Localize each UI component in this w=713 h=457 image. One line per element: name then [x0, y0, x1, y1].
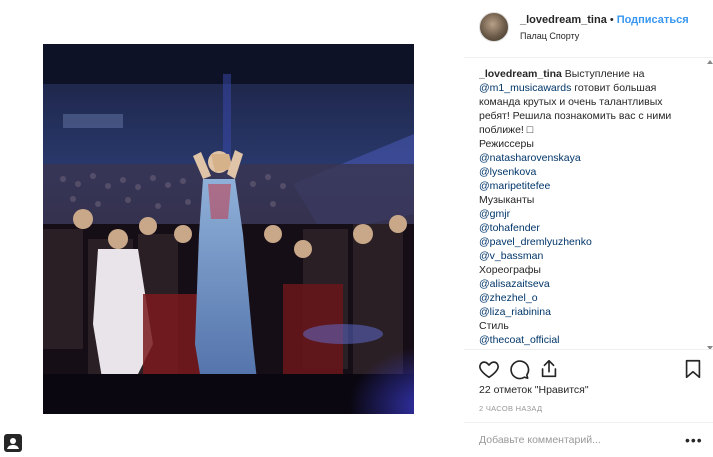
caption-text-span: Хореографы — [479, 264, 541, 276]
caption-line: @gmjr — [479, 207, 704, 221]
caption-mention-link[interactable]: @m1_musicawards — [479, 82, 571, 94]
caption-scrollbar[interactable] — [707, 60, 713, 350]
scroll-up-arrow-icon[interactable] — [707, 60, 713, 64]
comment-input[interactable] — [479, 434, 669, 446]
caption-mention-link[interactable]: @gmjr — [479, 208, 510, 220]
caption-line: @tohafender — [479, 221, 704, 235]
caption-text-span: готовит большая — [571, 82, 657, 94]
caption-line: @zhezhel_o — [479, 291, 704, 305]
caption-text-span: Выступление на — [561, 68, 645, 80]
caption-line: Хореографы — [479, 263, 704, 277]
caption-line: @alisazaitseva — [479, 277, 704, 291]
caption-mention-link[interactable]: @lysenkova — [479, 166, 536, 178]
caption-line: Стиль — [479, 319, 704, 333]
caption-line: @maripetitefee — [479, 179, 704, 193]
profile-corner-icon[interactable] — [4, 434, 22, 452]
caption-text-span: Стиль — [479, 320, 509, 332]
caption-username-link[interactable]: _lovedream_tina — [479, 68, 562, 80]
separator-dot: • — [609, 14, 614, 26]
caption-line: Музыканты — [479, 193, 704, 207]
post-sidebar: _lovedream_tina • Подписаться Палац Спорту… — [464, 0, 713, 457]
caption-mention-link[interactable]: @tohafender — [479, 222, 540, 234]
caption-line: команда крутых и очень талантливых — [479, 95, 704, 109]
caption-mention-link[interactable]: @maripetitefee — [479, 180, 550, 192]
caption-line: @v_bassman — [479, 249, 704, 263]
actions-bar — [464, 349, 713, 389]
more-options-icon[interactable]: ••• — [685, 432, 703, 448]
caption-line: поближе! □ — [479, 123, 704, 137]
caption-text-span: команда крутых и очень талантливых — [479, 96, 663, 108]
caption-text-span: ребят! Решила познакомить вас с ними — [479, 110, 672, 122]
caption-line: @lysenkova — [479, 165, 704, 179]
caption-line: @natasharovenskaya — [479, 151, 704, 165]
avatar[interactable] — [479, 12, 509, 42]
caption-mention-link[interactable]: @v_bassman — [479, 250, 543, 262]
likes-count[interactable]: 22 отметок "Нравится" — [479, 384, 589, 396]
post-timestamp[interactable]: 2 ЧАСОВ НАЗАД — [479, 404, 542, 413]
post-photo[interactable] — [43, 44, 414, 414]
post-media-area — [0, 0, 464, 457]
caption-line: ребят! Решила познакомить вас с ними — [479, 109, 704, 123]
username-link[interactable]: _lovedream_tina — [520, 14, 607, 26]
heart-icon[interactable] — [478, 358, 500, 380]
caption-mention-link[interactable]: @alisazaitseva — [479, 278, 550, 290]
caption-line: @liza_riabinina — [479, 305, 704, 319]
location-link[interactable]: Палац Спорту — [520, 31, 579, 41]
share-icon[interactable] — [538, 358, 560, 380]
caption-text-span: поближе! □ — [479, 124, 534, 136]
follow-button[interactable]: Подписаться — [617, 14, 689, 26]
caption-line: @pavel_dremlyuzhenko — [479, 235, 704, 249]
bookmark-icon[interactable] — [682, 358, 704, 380]
caption-mention-link[interactable]: @natasharovenskaya — [479, 152, 581, 164]
concert-photo-illustration — [43, 44, 414, 414]
username-row: _lovedream_tina • Подписаться — [520, 14, 689, 26]
caption-line: Режиссеры — [479, 137, 704, 151]
caption-text-span: Музыканты — [479, 194, 535, 206]
caption-mention-link[interactable]: @liza_riabinina — [479, 306, 551, 318]
post-header: _lovedream_tina • Подписаться Палац Спорту — [464, 0, 713, 58]
caption-line: @thecoat_official — [479, 333, 704, 347]
caption-mention-link[interactable]: @zhezhel_o — [479, 292, 538, 304]
caption-mention-link[interactable]: @thecoat_official — [479, 334, 560, 346]
caption-mention-link[interactable]: @pavel_dremlyuzhenko — [479, 236, 592, 248]
caption-text-span: Режиссеры — [479, 138, 534, 150]
caption-text: _lovedream_tina Выступление на @m1_musica… — [479, 67, 704, 349]
comment-icon[interactable] — [508, 358, 530, 380]
comment-bar: ••• — [464, 422, 713, 457]
caption-line: _lovedream_tina Выступление на — [479, 67, 704, 81]
caption-line: @m1_musicawards готовит большая — [479, 81, 704, 95]
